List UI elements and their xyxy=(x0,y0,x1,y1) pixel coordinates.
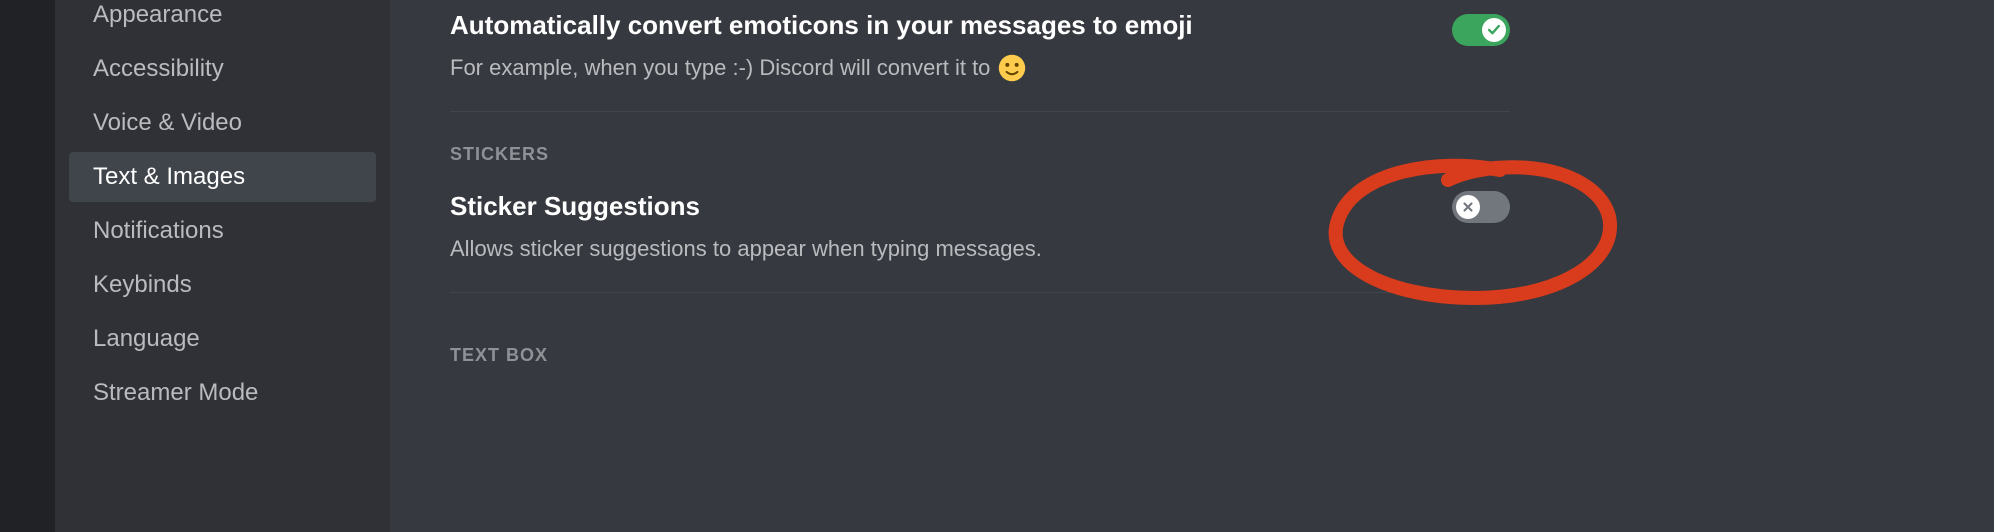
sidebar-item-label: Voice & Video xyxy=(93,109,242,136)
sidebar-item-language[interactable]: Language xyxy=(69,314,376,364)
setting-description: For example, when you type :-) Discord w… xyxy=(450,53,1510,83)
sidebar-item-label: Keybinds xyxy=(93,271,192,298)
check-icon xyxy=(1486,22,1502,38)
toggle-sticker-suggestions[interactable] xyxy=(1452,191,1510,223)
sidebar-item-label: Notifications xyxy=(93,217,224,244)
content-column: Automatically convert emoticons in your … xyxy=(450,0,1510,366)
sidebar-gutter xyxy=(0,0,55,532)
toggle-knob xyxy=(1456,195,1480,219)
sidebar-item-label: Text & Images xyxy=(93,163,245,190)
sidebar-item-label: Language xyxy=(93,325,200,352)
sidebar-item-voice-video[interactable]: Voice & Video xyxy=(69,98,376,148)
slightly-smiling-face-emoji xyxy=(998,54,1026,82)
sidebar-item-keybinds[interactable]: Keybinds xyxy=(69,260,376,310)
sidebar-item-label: Accessibility xyxy=(93,55,224,82)
toggle-knob xyxy=(1482,18,1506,42)
setting-emoticon-autoconvert: Automatically convert emoticons in your … xyxy=(450,0,1510,111)
app-root: Appearance Accessibility Voice & Video T… xyxy=(0,0,1994,532)
sidebar-item-streamer-mode[interactable]: Streamer Mode xyxy=(69,368,376,418)
settings-main: Automatically convert emoticons in your … xyxy=(390,0,1994,532)
section-header-textbox: TEXT BOX xyxy=(450,345,1510,366)
settings-sidebar: Appearance Accessibility Voice & Video T… xyxy=(55,0,390,532)
sidebar-item-label: Appearance xyxy=(93,1,222,28)
divider xyxy=(450,292,1510,293)
sidebar-item-notifications[interactable]: Notifications xyxy=(69,206,376,256)
setting-description: Allows sticker suggestions to appear whe… xyxy=(450,234,1510,264)
setting-sticker-suggestions: Sticker Suggestions Allows sticker sugge… xyxy=(450,165,1510,292)
toggle-emoticon-autoconvert[interactable] xyxy=(1452,14,1510,46)
sidebar-item-accessibility[interactable]: Accessibility xyxy=(69,44,376,94)
setting-title: Automatically convert emoticons in your … xyxy=(450,10,1510,41)
sidebar-item-appearance[interactable]: Appearance xyxy=(69,0,376,40)
sidebar-item-label: Streamer Mode xyxy=(93,379,258,406)
x-icon xyxy=(1461,200,1475,214)
setting-description-text: Allows sticker suggestions to appear whe… xyxy=(450,234,1042,264)
setting-description-text: For example, when you type :-) Discord w… xyxy=(450,53,990,83)
divider xyxy=(450,111,1510,112)
section-header-stickers: STICKERS xyxy=(450,144,1510,165)
sidebar-item-text-images[interactable]: Text & Images xyxy=(69,152,376,202)
setting-title: Sticker Suggestions xyxy=(450,191,1510,222)
